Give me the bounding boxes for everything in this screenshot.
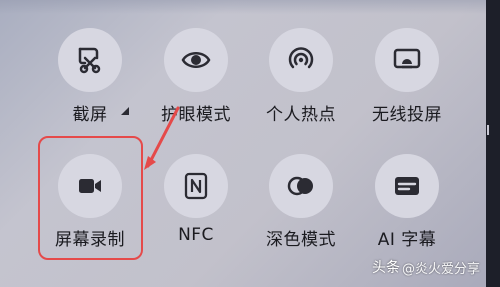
tile-wireless-projection[interactable]: 无线投屏: [357, 0, 457, 125]
dark-mode-button[interactable]: [269, 154, 333, 218]
expand-corner-icon[interactable]: [121, 107, 129, 115]
tile-label: 深色模式: [266, 230, 336, 250]
watermark: 头条 @炎火爱分享: [372, 257, 480, 277]
tile-hotspot[interactable]: 个人热点: [251, 0, 351, 125]
nfc-icon: [184, 172, 208, 200]
hotspot-button[interactable]: [269, 28, 333, 92]
tile-dark-mode[interactable]: 深色模式: [251, 136, 351, 250]
wireless-projection-button[interactable]: [375, 28, 439, 92]
screenshot-button[interactable]: [58, 28, 122, 92]
tile-screenshot[interactable]: 截屏: [40, 0, 140, 125]
hotspot-icon: [288, 47, 314, 69]
scissors-screenshot-icon: [78, 47, 101, 74]
tile-label: NFC: [178, 225, 214, 245]
cast-screen-icon: [393, 48, 421, 69]
subtitles-icon: [395, 177, 419, 195]
tile-label: AI 字幕: [377, 230, 437, 250]
red-arrow-annotation: [144, 106, 180, 170]
dark-mode-icon: [287, 176, 313, 196]
ai-subtitles-button[interactable]: [375, 154, 439, 218]
tile-ai-subtitles[interactable]: AI 字幕: [357, 136, 457, 250]
background-right-band: [486, 0, 500, 287]
highlight-box: [38, 136, 143, 260]
watermark-author: @炎火爱分享: [401, 261, 480, 277]
eye-icon: [181, 52, 211, 68]
tile-eye-comfort[interactable]: 护眼模式: [146, 0, 246, 125]
watermark-source: 头条: [371, 260, 400, 276]
eye-comfort-button[interactable]: [164, 28, 228, 92]
tile-label: 个人热点: [266, 105, 336, 125]
tile-label: 无线投屏: [372, 105, 442, 125]
